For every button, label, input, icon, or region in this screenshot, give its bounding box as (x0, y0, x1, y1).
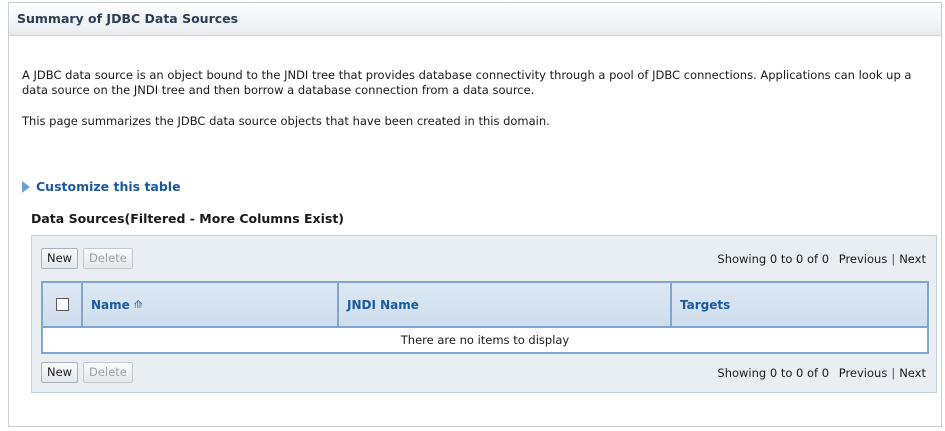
summary-panel: Summary of JDBC Data Sources A JDBC data… (8, 2, 942, 427)
column-header-name[interactable]: Name ⟰ (83, 283, 339, 326)
pager-bottom: Showing 0 to 0 of 0 Previous | Next (717, 366, 926, 380)
pager-separator: | (891, 366, 896, 380)
summary-paragraph: This page summarizes the JDBC data sourc… (22, 114, 550, 128)
header-select-cell (43, 283, 83, 326)
delete-button-bottom[interactable]: Delete (83, 362, 133, 383)
new-button-bottom[interactable]: New (41, 362, 79, 383)
sort-ascending-icon: ⟰ (133, 298, 144, 311)
showing-count: Showing 0 to 0 of 0 (717, 366, 830, 380)
column-targets-label: Targets (680, 297, 731, 312)
pager-separator: | (891, 252, 896, 266)
select-all-checkbox[interactable] (55, 298, 69, 311)
column-header-targets[interactable]: Targets (672, 283, 927, 326)
previous-link[interactable]: Previous (839, 252, 888, 266)
table-title: Data Sources(Filtered - More Columns Exi… (31, 211, 345, 226)
delete-button-top[interactable]: Delete (83, 248, 133, 269)
next-link[interactable]: Next (899, 252, 926, 266)
intro-text: A JDBC data source is an object bound to… (22, 68, 927, 129)
column-header-jndi-name[interactable]: JNDI Name (339, 283, 672, 326)
panel-title: Summary of JDBC Data Sources (9, 3, 941, 36)
previous-link[interactable]: Previous (839, 366, 888, 380)
showing-count: Showing 0 to 0 of 0 (717, 252, 830, 266)
column-jndi-label: JNDI Name (347, 297, 419, 312)
data-sources-table-container: New Delete Showing 0 to 0 of 0 Previous |… (31, 235, 937, 393)
next-link[interactable]: Next (899, 366, 926, 380)
description-paragraph: A JDBC data source is an object bound to… (22, 68, 912, 97)
new-button-top[interactable]: New (41, 248, 79, 269)
empty-message: There are no items to display (400, 333, 570, 347)
column-name-label: Name (91, 297, 130, 312)
customize-label: Customize this table (36, 179, 181, 194)
table-header-row: Name ⟰ JNDI Name Targets (43, 283, 927, 328)
data-sources-grid: Name ⟰ JNDI Name Targets There are no it… (41, 281, 929, 354)
pager-top: Showing 0 to 0 of 0 Previous | Next (717, 252, 926, 266)
customize-table-link[interactable]: Customize this table (22, 179, 181, 194)
expand-triangle-icon (22, 181, 30, 193)
